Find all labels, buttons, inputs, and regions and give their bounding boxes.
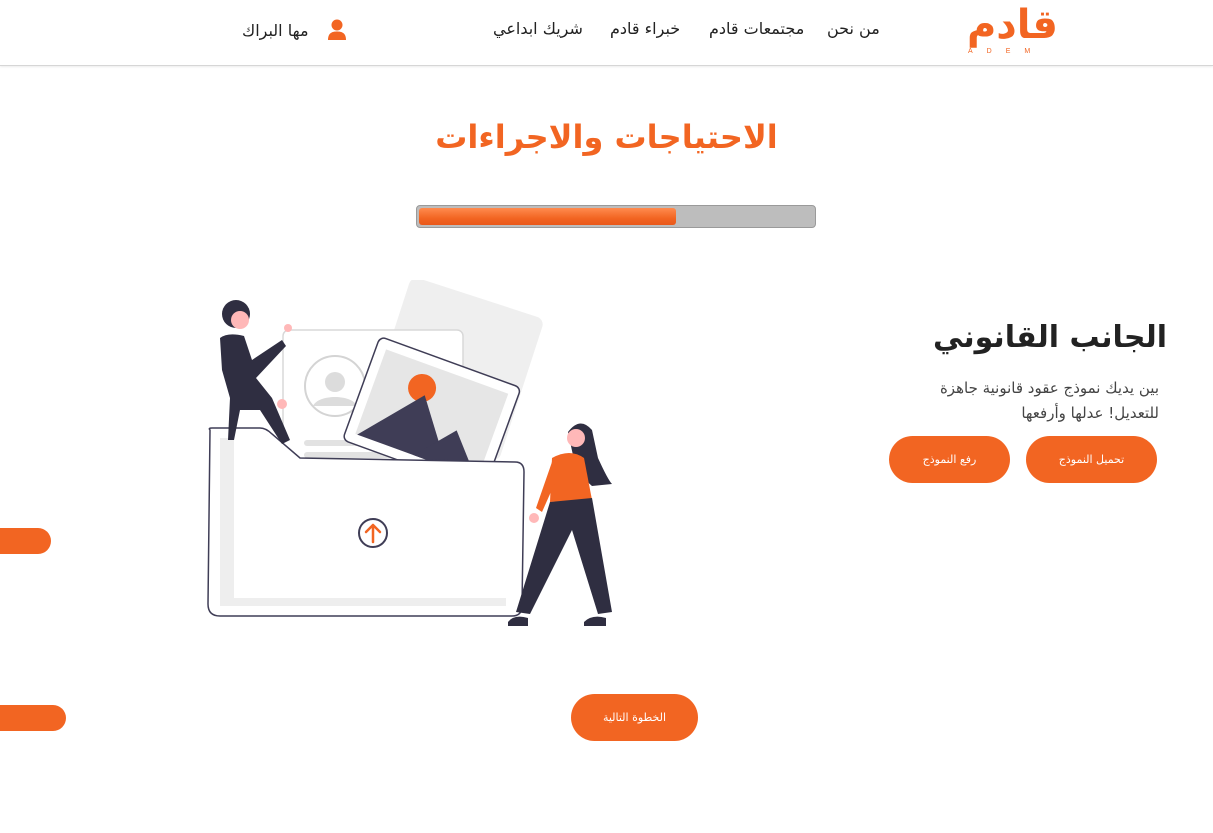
logo-latin-text: ADEM — [968, 48, 1045, 55]
man-figure — [220, 300, 292, 444]
section-description: بين يديك نموذج عقود قانونية جاهزة للتعدي… — [909, 376, 1159, 426]
upload-arrow-icon — [358, 518, 388, 548]
progress-bar — [416, 205, 816, 228]
progress-bar-fill — [419, 208, 676, 225]
user-profile-link[interactable]: مها البراك — [242, 19, 347, 41]
top-navbar: قادم ADEM من نحن مجتمعات قادم خبراء قادم… — [0, 0, 1213, 66]
qadem-logo[interactable]: قادم ADEM — [938, 2, 1059, 60]
download-template-button[interactable]: تحميل النموذج — [1026, 436, 1157, 483]
user-name: مها البراك — [242, 20, 309, 40]
user-icon — [327, 19, 346, 40]
section-title: الجانب القانوني — [933, 320, 1167, 355]
nav-creative-partner[interactable]: شريك ابداعي — [493, 19, 583, 38]
side-tab-1[interactable] — [0, 528, 51, 554]
nav-qadem-communities[interactable]: مجتمعات قادم — [709, 19, 804, 38]
next-step-button[interactable]: الخطوة التالية — [571, 694, 698, 741]
upload-files-illustration — [207, 280, 612, 626]
section-description-line-2: للتعديل! عدلها وأرفعها — [1021, 404, 1159, 422]
section-description-line-1: بين يديك نموذج عقود قانونية جاهزة — [939, 379, 1159, 397]
logo-arabic-text: قادم — [966, 2, 1059, 48]
nav-about-us[interactable]: من نحن — [827, 19, 880, 38]
side-tab-2[interactable] — [0, 705, 66, 731]
nav-qadem-experts[interactable]: خبراء قادم — [610, 19, 680, 38]
page-title: الاحتياجات والاجراءات — [435, 118, 778, 156]
upload-template-button[interactable]: رفع النموذج — [889, 436, 1010, 483]
